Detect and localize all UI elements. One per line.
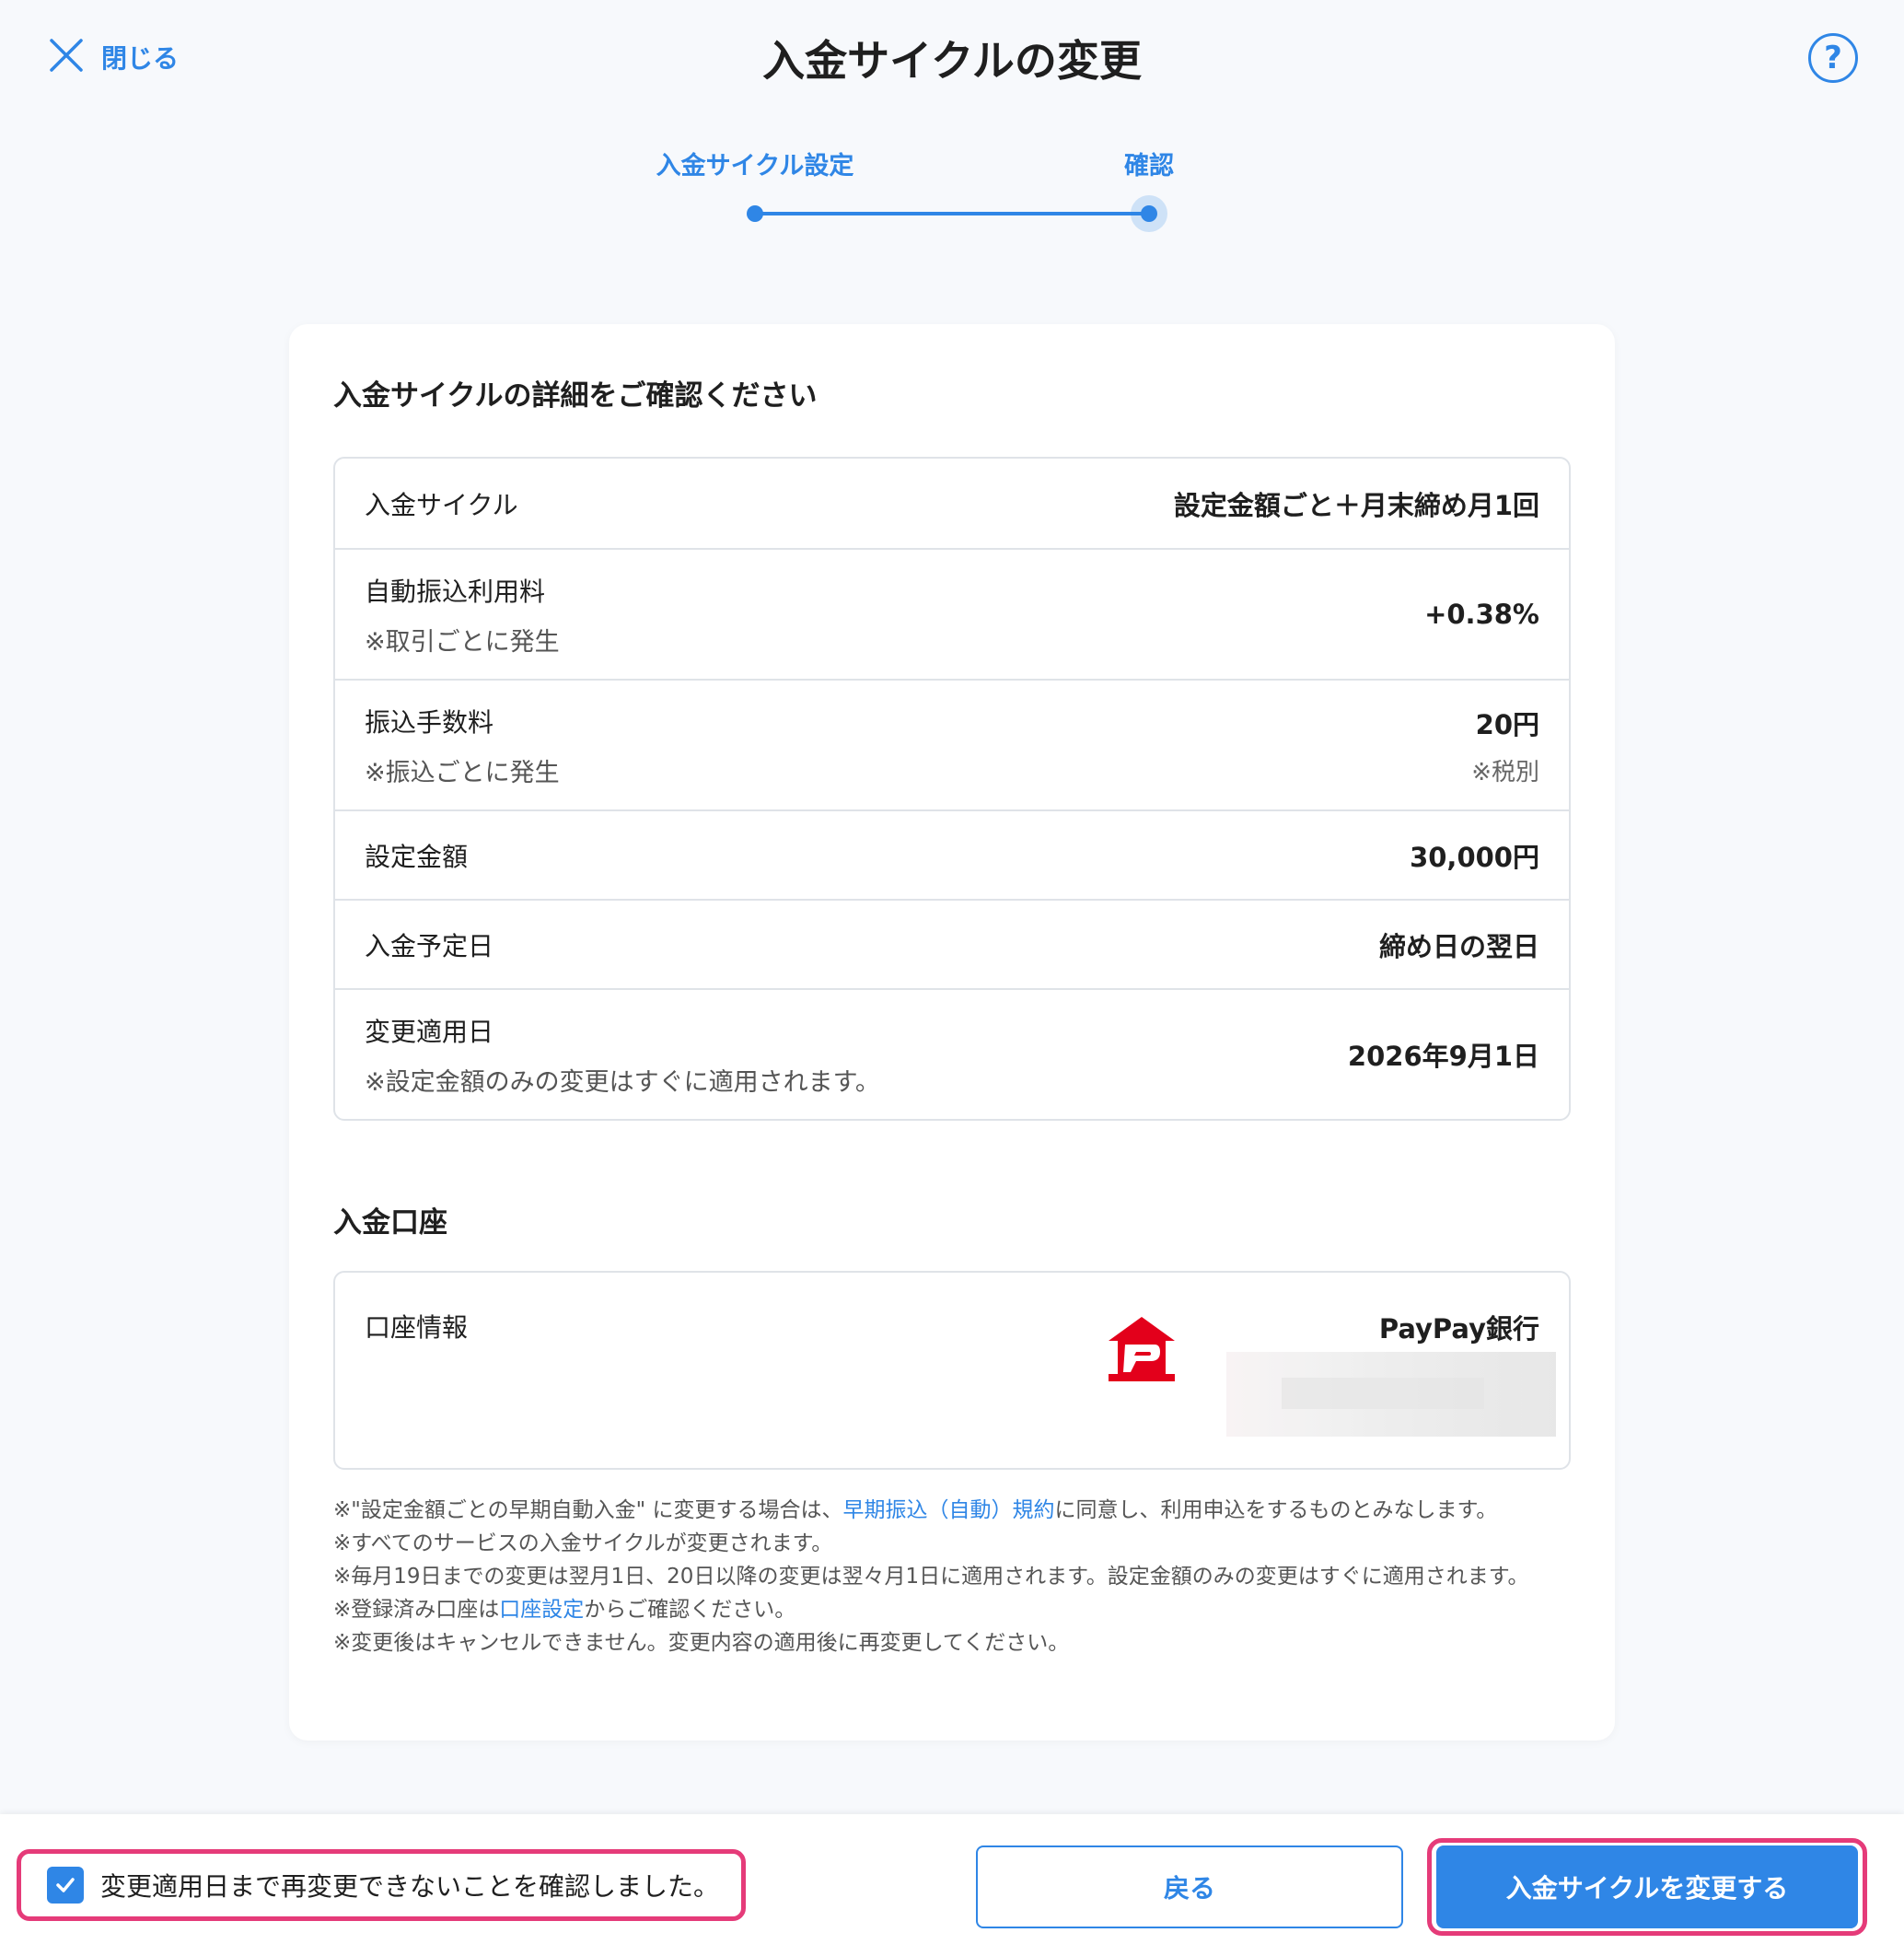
check-icon <box>56 1878 75 1892</box>
page-title: 入金サイクルの変更 <box>762 36 1142 86</box>
step-dot-confirm-current <box>1141 205 1157 222</box>
detail-label: 振込手数料 <box>365 706 494 738</box>
details-section-title: 入金サイクルの詳細をご確認ください <box>333 379 818 413</box>
account-info-box: 口座情報 PayPay銀行 <box>333 1271 1571 1470</box>
detail-table: 入金サイクル 設定金額ごと＋月末締め月1回 自動振込利用料 ※取引ごとに発生 +… <box>333 457 1571 1121</box>
confirmation-card: 入金サイクルの詳細をご確認ください 入金サイクル 設定金額ごと＋月末締め月1回 … <box>289 324 1615 1741</box>
detail-sub-note: ※振込ごとに発生 <box>365 758 560 787</box>
step-label-settings: 入金サイクル設定 <box>656 152 854 180</box>
confirm-checkbox-label: 変更適用日まで再変更できないことを確認しました。 <box>100 1871 720 1902</box>
detail-row-transfer-fee: 振込手数料 ※振込ごとに発生 20円 ※税別 <box>335 679 1569 809</box>
detail-value: 締め日の翌日 <box>1378 930 1539 962</box>
redacted-account-number <box>1226 1352 1556 1437</box>
note-early-transfer: ※"設定金額ごとの早期自動入金" に変更する場合は、早期振込（自動）規約に同意し… <box>333 1498 1498 1522</box>
paypay-bank-logo <box>1105 1313 1178 1387</box>
back-button[interactable]: 戻る <box>976 1845 1403 1928</box>
step-label-confirm: 確認 <box>1124 152 1174 180</box>
confirm-checkbox[interactable] <box>47 1867 84 1904</box>
account-label: 口座情報 <box>365 1312 469 1343</box>
step-progress-line <box>755 212 1149 215</box>
header: 閉じる 入金サイクルの変更 ? <box>0 0 1904 120</box>
detail-value: 2026年9月1日 <box>1347 1041 1539 1072</box>
notes: ※"設定金額ごとの早期自動入金" に変更する場合は、早期振込（自動）規約に同意し… <box>333 1494 1576 1659</box>
footer-action-bar: 変更適用日まで再変更できないことを確認しました。 戻る 入金サイクルを変更する <box>0 1814 1904 1956</box>
note-all-services: ※すべてのサービスの入金サイクルが変更されます。 <box>333 1531 833 1555</box>
detail-value: 20円 <box>1475 708 1539 740</box>
detail-row-set-amount: 設定金額 30,000円 <box>335 809 1569 899</box>
detail-value-note: ※税別 <box>1471 758 1539 786</box>
detail-row-deposit-date: 入金予定日 締め日の翌日 <box>335 899 1569 988</box>
detail-value: +0.38% <box>1424 599 1539 630</box>
note-no-cancel: ※変更後はキャンセルできません。変更内容の適用後に再変更してください。 <box>333 1631 1070 1655</box>
detail-row-auto-transfer-fee: 自動振込利用料 ※取引ごとに発生 +0.38% <box>335 548 1569 679</box>
stepper: 入金サイクル設定 確認 <box>0 138 1904 239</box>
account-settings-link[interactable]: 口座設定 <box>499 1598 584 1622</box>
detail-sub-note: ※取引ごとに発生 <box>365 627 560 657</box>
step-dot-settings <box>747 205 763 222</box>
detail-label: 設定金額 <box>365 841 469 872</box>
confirm-checkbox-row[interactable]: 変更適用日まで再変更できないことを確認しました。 <box>17 1849 746 1921</box>
account-section-title: 入金口座 <box>333 1206 447 1240</box>
detail-value: 設定金額ごと＋月末締め月1回 <box>1173 489 1539 521</box>
bank-name: PayPay銀行 <box>1378 1313 1539 1345</box>
detail-label: 自動振込利用料 <box>365 576 546 607</box>
early-transfer-terms-link[interactable]: 早期振込（自動）規約 <box>843 1498 1055 1522</box>
detail-label: 入金サイクル <box>365 489 518 520</box>
detail-label: 入金予定日 <box>365 930 494 961</box>
note-registered-account: ※登録済み口座は口座設定からご確認ください。 <box>333 1598 796 1622</box>
detail-label: 変更適用日 <box>365 1016 494 1047</box>
note-apply-timing: ※毎月19日までの変更は翌月1日、20日以降の変更は翌々月1日に適用されます。設… <box>333 1565 1529 1589</box>
detail-row-cycle: 入金サイクル 設定金額ごと＋月末締め月1回 <box>335 459 1569 548</box>
detail-row-effective-date: 変更適用日 ※設定金額のみの変更はすぐに適用されます。 2026年9月1日 <box>335 988 1569 1119</box>
help-icon[interactable]: ? <box>1808 33 1858 83</box>
detail-value: 30,000円 <box>1410 841 1539 873</box>
change-cycle-button[interactable]: 入金サイクルを変更する <box>1436 1845 1858 1928</box>
detail-sub-note: ※設定金額のみの変更はすぐに適用されます。 <box>365 1067 880 1097</box>
